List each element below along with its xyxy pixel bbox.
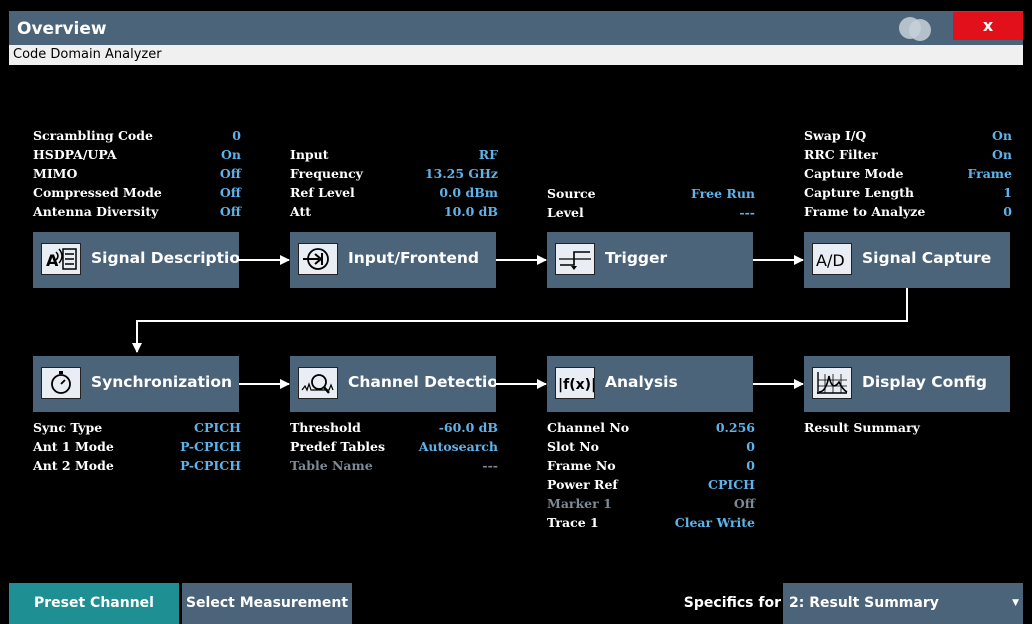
param-row: Ant 1 Mode P-CPICH <box>33 439 241 458</box>
params-channel-detection: Threshold -60.0 dB Predef Tables Autosearch… <box>290 420 498 477</box>
svg-text:A/D: A/D <box>816 251 845 270</box>
param-value: Autosearch <box>418 439 498 454</box>
specifics-value: 2: Result Summary <box>789 595 939 611</box>
flow-arrows <box>132 255 908 389</box>
param-value: --- <box>482 458 498 473</box>
signal-capture-block[interactable]: A/D Signal Capture <box>804 232 1010 288</box>
synchronization-block[interactable]: Synchronization <box>33 356 239 412</box>
trigger-icon <box>555 243 595 275</box>
select-measurement-button[interactable]: Select Measurement <box>182 583 352 624</box>
param-label: Slot No <box>547 439 600 454</box>
param-row: Ant 2 Mode P-CPICH <box>33 458 241 477</box>
input-arrow-icon <box>298 243 338 275</box>
param-label: Predef Tables <box>290 439 386 454</box>
display-config-block[interactable]: Display Config <box>804 356 1010 412</box>
param-label: Trace 1 <box>547 515 599 530</box>
param-row: Predef Tables Autosearch <box>290 439 498 458</box>
param-value: P-CPICH <box>180 439 241 454</box>
magnifier-spectrum-icon <box>298 367 338 399</box>
param-label: Sync Type <box>33 420 103 435</box>
param-row: Result Summary <box>804 420 1012 439</box>
param-row: Frame No 0 <box>547 458 755 477</box>
param-value: 0 <box>746 439 755 454</box>
specifics-dropdown[interactable]: 2: Result Summary ▼ <box>783 583 1023 624</box>
param-value: Off <box>733 496 755 511</box>
param-value: 0.256 <box>715 420 755 435</box>
param-row: Marker 1 Off <box>547 496 755 515</box>
params-synchronization: Sync Type CPICH Ant 1 Mode P-CPICH Ant 2 Mod… <box>33 420 241 477</box>
function-icon: |f(x)| <box>555 367 595 399</box>
param-label: Result Summary <box>804 420 920 435</box>
param-label: Table Name <box>290 458 373 473</box>
param-row: Slot No 0 <box>547 439 755 458</box>
param-row: Threshold -60.0 dB <box>290 420 498 439</box>
ad-converter-icon: A/D <box>812 243 852 275</box>
param-row: Channel No 0.256 <box>547 420 755 439</box>
param-label: Power Ref <box>547 477 618 492</box>
param-value: 0 <box>746 458 755 473</box>
param-value: -60.0 dB <box>438 420 498 435</box>
param-row: Sync Type CPICH <box>33 420 241 439</box>
input-frontend-block[interactable]: Input/Frontend <box>290 232 496 288</box>
param-label: Frame No <box>547 458 616 473</box>
signal-capture-label: Signal Capture <box>862 249 992 267</box>
param-row: Power Ref CPICH <box>547 477 755 496</box>
channel-detection-label: Channel Detection <box>348 373 496 391</box>
svg-text:|f(x)|: |f(x)| <box>558 377 594 393</box>
specifics-label: Specifics for <box>683 595 781 611</box>
analysis-block[interactable]: |f(x)| Analysis <box>547 356 753 412</box>
param-label: Ant 2 Mode <box>33 458 114 473</box>
param-row: Trace 1 Clear Write <box>547 515 755 534</box>
trigger-label: Trigger <box>605 249 668 267</box>
param-label: Ant 1 Mode <box>33 439 114 454</box>
input-frontend-label: Input/Frontend <box>348 249 479 267</box>
display-config-label: Display Config <box>862 373 987 391</box>
signal-description-label: Signal Description <box>91 249 239 267</box>
param-label: Threshold <box>290 420 361 435</box>
param-label: Marker 1 <box>547 496 612 511</box>
param-value: P-CPICH <box>180 458 241 473</box>
params-display-config: Result Summary <box>804 420 1012 439</box>
stopwatch-icon <box>41 367 81 399</box>
param-value: Clear Write <box>674 515 755 530</box>
param-label: Channel No <box>547 420 630 435</box>
channel-detection-block[interactable]: Channel Detection <box>290 356 496 412</box>
preset-channel-button[interactable]: Preset Channel <box>9 583 179 624</box>
params-analysis: Channel No 0.256 Slot No 0 Frame No 0 Power Re… <box>547 420 755 534</box>
dropdown-arrow-icon: ▼ <box>1012 598 1019 608</box>
signal-description-block[interactable]: A Signal Description <box>33 232 239 288</box>
signal-description-icon: A <box>41 243 81 275</box>
overview-window: Overview x Code Domain Analyzer Scrambli… <box>9 11 1023 624</box>
param-value: CPICH <box>708 477 755 492</box>
trigger-block[interactable]: Trigger <box>547 232 753 288</box>
param-row: Table Name --- <box>290 458 498 477</box>
display-graph-icon <box>812 367 852 399</box>
param-value: CPICH <box>194 420 241 435</box>
softkey-bar: Preset Channel Select Measurement Specif… <box>9 583 1023 624</box>
analysis-label: Analysis <box>605 373 678 391</box>
synchronization-label: Synchronization <box>91 373 233 391</box>
